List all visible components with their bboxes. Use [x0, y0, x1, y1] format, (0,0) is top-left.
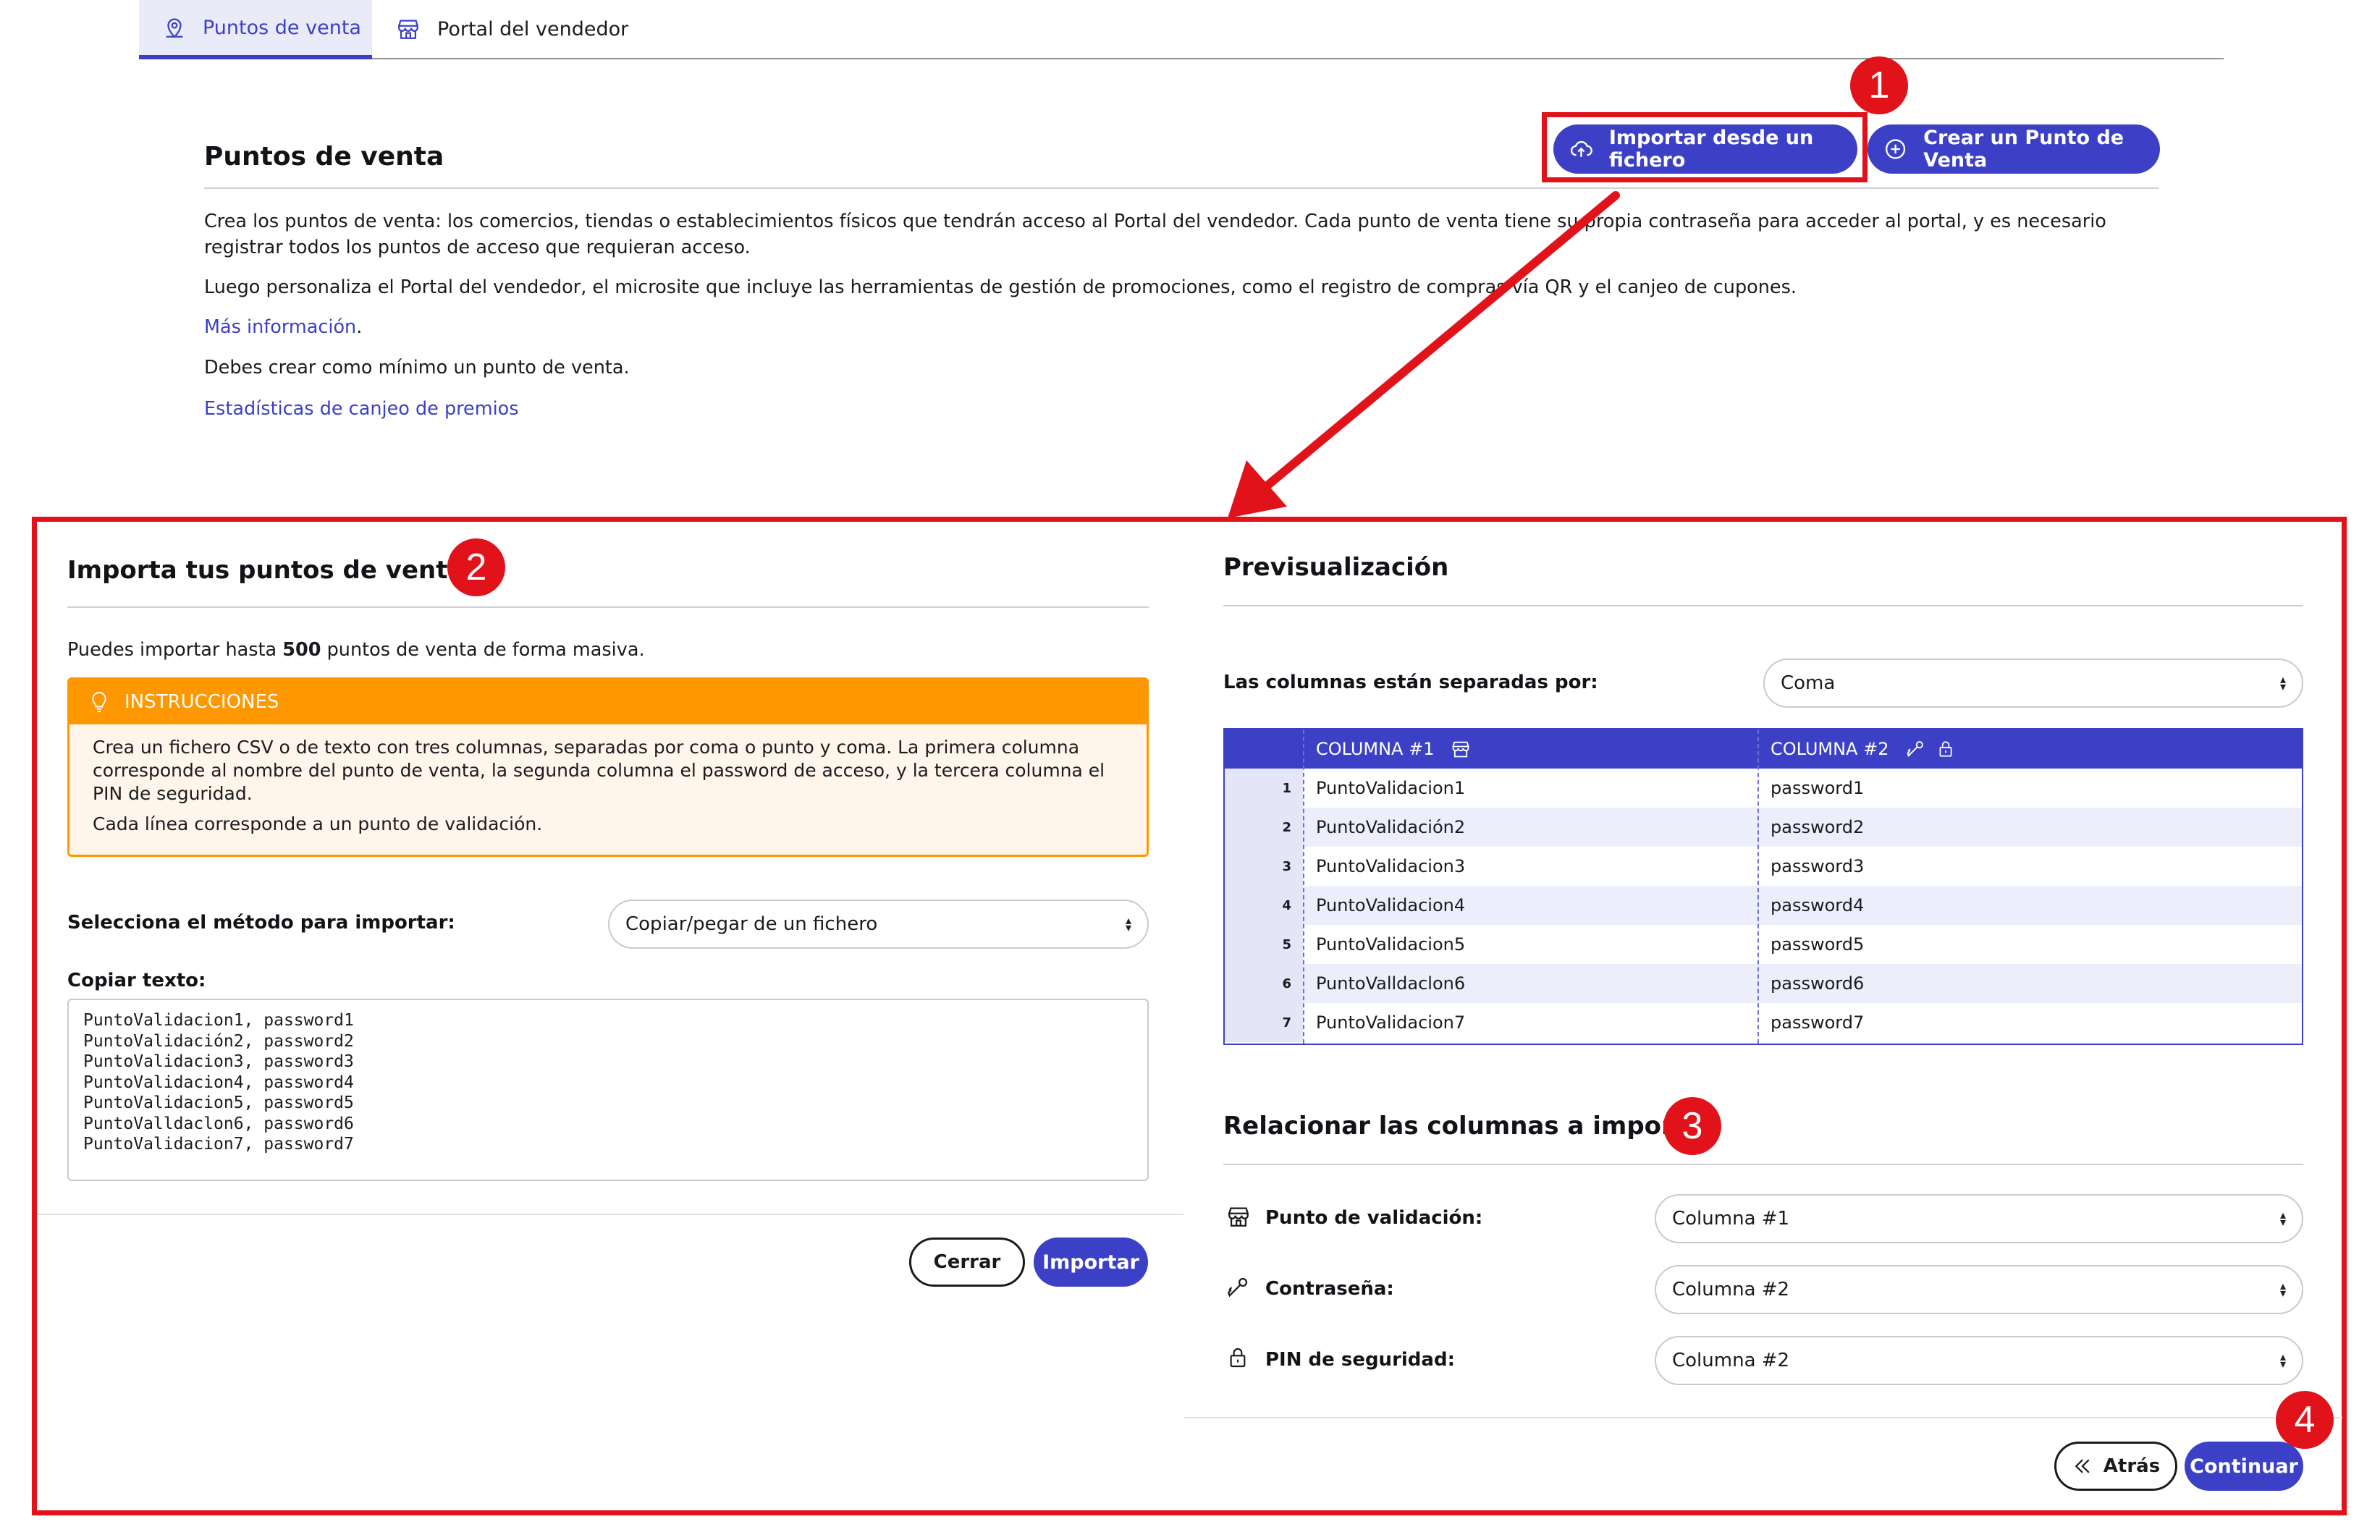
- annotation-badge-3: 3: [1663, 1097, 1721, 1155]
- annotation-badge-1: 1: [1850, 56, 1908, 114]
- page: Puntos de venta Portal del vendedor Punt…: [0, 0, 2380, 1540]
- annotation-arrow-icon: [1228, 191, 1620, 518]
- annotation-badge-2: 2: [447, 538, 505, 596]
- annotation-badge-4: 4: [2276, 1391, 2334, 1449]
